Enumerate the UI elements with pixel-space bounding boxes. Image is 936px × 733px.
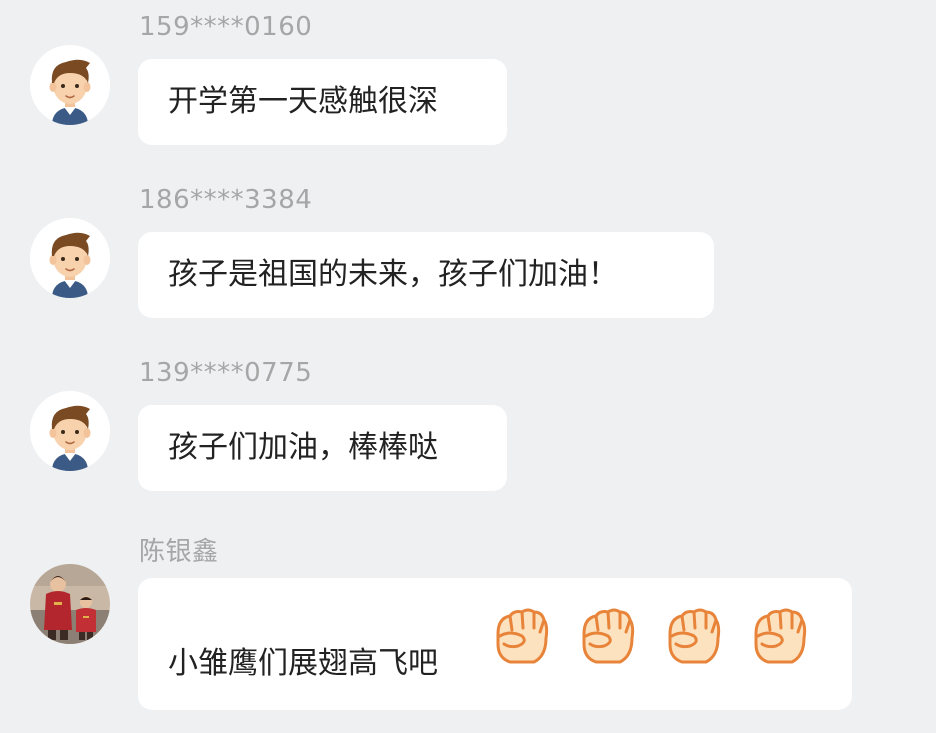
fist-icon <box>582 608 635 664</box>
message-bubble[interactable]: 孩子们加油，棒棒哒 <box>138 405 507 491</box>
message-bubble[interactable]: 孩子是祖国的未来，孩子们加油！ <box>138 232 714 318</box>
children-photo-avatar-icon <box>30 564 110 644</box>
sender-name: 139****0775 <box>139 358 313 388</box>
cartoon-boy-avatar-icon <box>30 218 110 298</box>
sender-name: 159****0160 <box>139 12 313 42</box>
fist-icon <box>668 608 721 664</box>
comment-item: 159****0160 开学第一天感触很深 <box>0 0 936 150</box>
comment-item: 陈银鑫 小雏鹰们展翅高飞吧 <box>0 519 936 733</box>
comment-item: 186****3384 孩子是祖国的未来，孩子们加油！ <box>0 173 936 323</box>
cartoon-boy-avatar-icon <box>30 45 110 125</box>
comment-item: 139****0775 孩子们加油，棒棒哒 <box>0 346 936 496</box>
user-avatar[interactable] <box>30 45 110 125</box>
user-avatar[interactable] <box>30 218 110 298</box>
fist-icon <box>496 608 549 664</box>
message-bubble[interactable]: 开学第一天感触很深 <box>138 59 507 145</box>
cartoon-boy-avatar-icon <box>30 391 110 471</box>
sender-name: 186****3384 <box>139 185 313 215</box>
emoji-row <box>488 604 810 668</box>
user-avatar[interactable] <box>30 391 110 471</box>
user-avatar[interactable] <box>30 564 110 644</box>
comment-list: 159****0160 开学第一天感触很深 186****3384 孩子是祖国的… <box>0 0 936 733</box>
sender-name: 陈银鑫 <box>139 537 219 567</box>
message-text: 小雏鹰们展翅高飞吧 <box>168 646 438 681</box>
message-bubble[interactable]: 小雏鹰们展翅高飞吧 <box>138 578 852 710</box>
fist-icon <box>754 608 807 664</box>
